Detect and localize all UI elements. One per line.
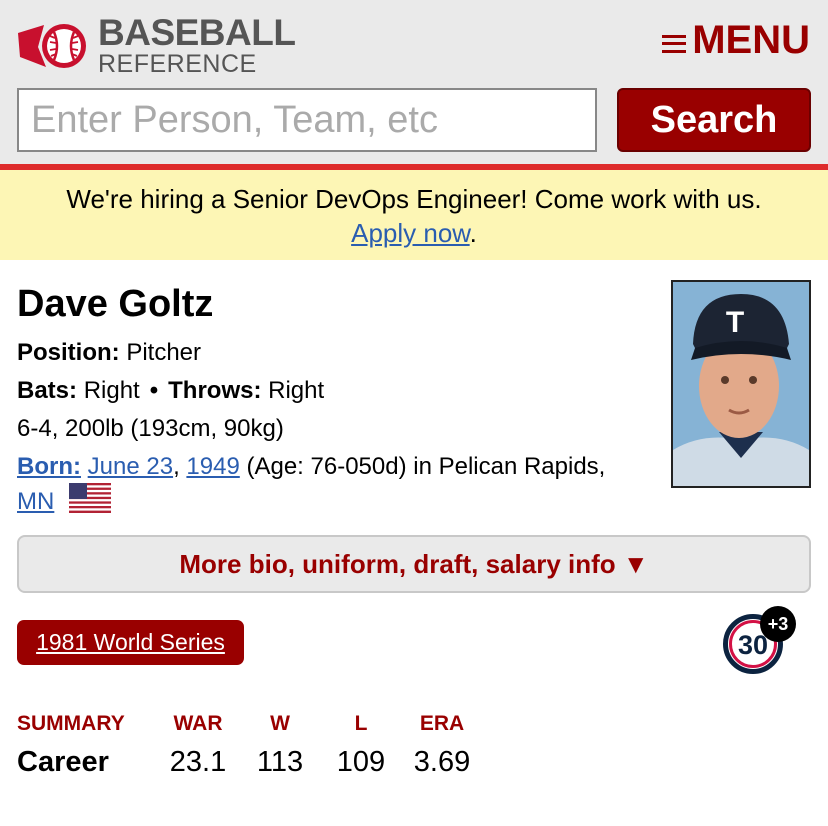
site-header: BASEBALL REFERENCE MENU Search (0, 0, 828, 170)
stats-header-row: SUMMARY WAR W L ERA (17, 712, 483, 742)
banner-trailing: . (469, 218, 477, 248)
stat-w-value: 113 (256, 746, 304, 778)
stat-career-label: Career (17, 746, 109, 778)
stat-header-l: L (354, 712, 368, 735)
search-input[interactable] (17, 88, 597, 152)
player-bio: Dave Goltz Position: Pitcher Bats: Right… (17, 282, 657, 522)
stat-header-summary: SUMMARY (17, 712, 125, 735)
summary-stats-table: SUMMARY WAR W L ERA Career 23.1 113 109 … (17, 712, 483, 779)
position-label: Position: (17, 339, 120, 366)
born-comma: , (173, 453, 180, 480)
separator-bullet: • (149, 377, 159, 404)
more-bio-button[interactable]: More bio, uniform, draft, salary info ▼ (17, 535, 811, 593)
apply-now-link[interactable]: Apply now (351, 218, 470, 248)
stat-header-era: ERA (419, 712, 465, 735)
stat-header-war: WAR (173, 712, 223, 735)
bats-value: Right (83, 377, 140, 404)
hamburger-icon (662, 34, 687, 53)
born-year-link[interactable]: 1949 (186, 453, 239, 480)
banner-text: We're hiring a Senior DevOps Engineer! C… (66, 184, 762, 214)
logo-text: BASEBALL REFERENCE (98, 12, 296, 78)
player-name: Dave Goltz (17, 283, 214, 325)
menu-button[interactable]: MENU (662, 18, 810, 63)
stat-era-value: 3.69 (413, 746, 471, 778)
us-flag-icon (69, 483, 111, 522)
hiring-banner: We're hiring a Senior DevOps Engineer! C… (0, 170, 828, 260)
stat-war-value: 23.1 (169, 746, 227, 778)
logo-line2: REFERENCE (98, 50, 257, 78)
stat-header-w: W (270, 712, 290, 735)
baseball-logo-icon (18, 23, 86, 68)
born-label-link[interactable]: Born: (17, 453, 81, 480)
menu-label: MENU (692, 18, 810, 62)
table-row: Career 23.1 113 109 3.69 (17, 742, 483, 779)
bats-label: Bats: (17, 377, 78, 404)
born-date-link[interactable]: June 23 (88, 453, 173, 480)
player-photo: T (671, 280, 811, 488)
site-logo[interactable]: BASEBALL REFERENCE (16, 12, 296, 78)
stat-l-value: 109 (336, 746, 386, 778)
throws-value: Right (268, 377, 325, 404)
born-row: Born: June 23, 1949 (Age: 76-050d) in Pe… (17, 451, 657, 522)
search-button[interactable]: Search (617, 88, 811, 152)
throws-label: Throws: (168, 377, 262, 404)
position-row: Position: Pitcher (17, 334, 657, 372)
logo-line1: BASEBALL (98, 12, 296, 53)
world-series-badge[interactable]: 1981 World Series (17, 620, 244, 665)
size-row: 6-4, 200lb (193cm, 90kg) (17, 415, 284, 442)
svg-text:T: T (726, 306, 744, 339)
position-value: Pitcher (126, 339, 202, 366)
born-age-place: (Age: 76-050d) in Pelican Rapids, (246, 453, 606, 480)
bats-throws-row: Bats: Right • Throws: Right (17, 372, 657, 410)
born-state-link[interactable]: MN (17, 488, 54, 515)
jersey-extra-count[interactable]: +3 (760, 606, 796, 642)
